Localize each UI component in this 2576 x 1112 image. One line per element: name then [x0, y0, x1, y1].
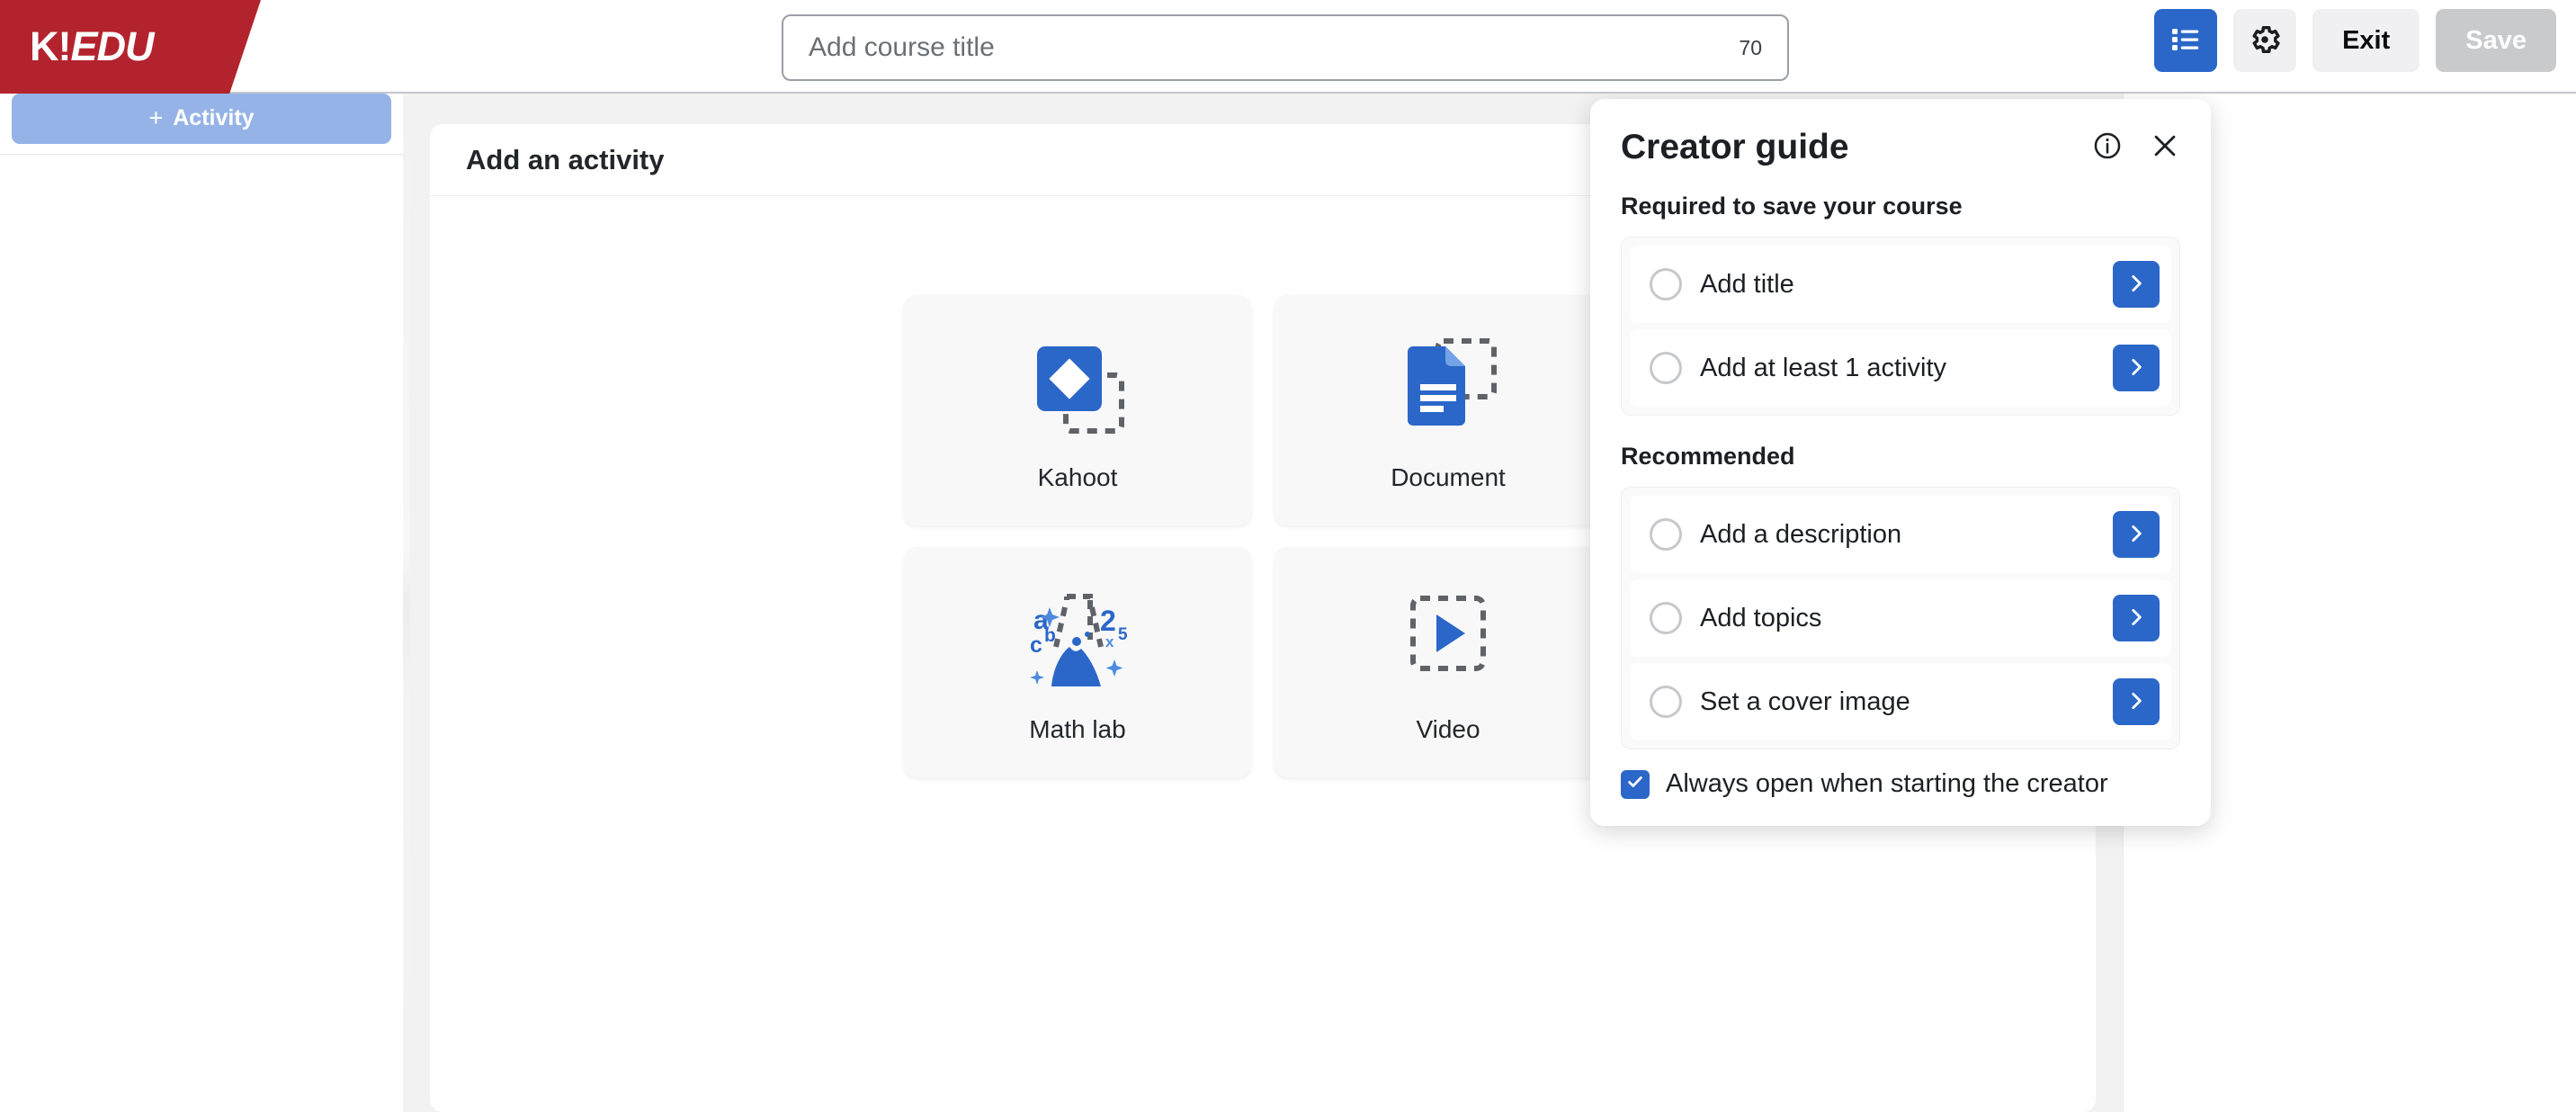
guide-item-go-button[interactable]	[2113, 261, 2160, 308]
course-title-input[interactable]	[809, 32, 1727, 63]
guide-item-go-button[interactable]	[2113, 595, 2160, 641]
creator-guide-title: Creator guide	[1621, 128, 1849, 166]
kahoot-icon	[1010, 328, 1145, 454]
logo-kahoot-mark: K!	[30, 23, 71, 69]
svg-text:5: 5	[1118, 625, 1128, 644]
activity-row-1: Kahoot Document	[904, 295, 1622, 525]
panel-resize-handle[interactable]	[403, 94, 410, 1112]
add-activity-row: + Activity	[0, 93, 403, 155]
gear-icon	[2248, 22, 2282, 59]
guide-item-go-button[interactable]	[2113, 511, 2160, 558]
top-bar: K!EDU 70	[0, 0, 2576, 94]
document-icon	[1381, 328, 1516, 454]
required-items-group: Add title Add at least 1 activity	[1621, 237, 2180, 416]
chevron-right-icon	[2124, 272, 2148, 298]
activity-card-label: Video	[1416, 715, 1480, 743]
checkbox-circle-icon[interactable]	[1650, 268, 1682, 300]
info-icon[interactable]	[2092, 130, 2123, 166]
left-sidebar: + Activity	[0, 93, 403, 1112]
topbar-actions: Exit Save	[2154, 9, 2556, 72]
activity-card-video[interactable]: Video	[1275, 547, 1622, 777]
guide-item-add-activity[interactable]: Add at least 1 activity	[1630, 329, 2171, 407]
character-counter: 70	[1739, 35, 1762, 59]
course-title-field[interactable]: 70	[782, 14, 1789, 81]
chevron-right-icon	[2124, 522, 2148, 548]
chevron-right-icon	[2124, 689, 2148, 715]
video-icon	[1381, 580, 1516, 706]
guide-item-set-cover-image[interactable]: Set a cover image	[1630, 663, 2171, 740]
activity-card-document[interactable]: Document	[1275, 295, 1622, 525]
checklist-button[interactable]	[2154, 9, 2218, 72]
plus-icon: +	[148, 104, 164, 131]
logo-edu-mark: EDU	[70, 23, 154, 69]
add-activity-label: Activity	[173, 105, 255, 130]
app-logo[interactable]: K!EDU	[0, 0, 261, 94]
exit-button[interactable]: Exit	[2312, 9, 2420, 72]
recommended-section-title: Recommended	[1621, 443, 1795, 470]
add-activity-button[interactable]: + Activity	[12, 93, 391, 144]
guide-item-go-button[interactable]	[2113, 678, 2160, 725]
checkbox-circle-icon[interactable]	[1650, 352, 1682, 384]
svg-text:b: b	[1044, 625, 1056, 646]
activity-card-label: Math lab	[1029, 715, 1126, 743]
recommended-items-group: Add a description Add topics Set a cover…	[1621, 487, 2180, 749]
close-icon[interactable]	[2150, 130, 2180, 166]
always-open-checkbox[interactable]	[1621, 769, 1650, 799]
activity-card-label: Document	[1391, 463, 1506, 491]
required-section-title: Required to save your course	[1621, 193, 1963, 220]
creator-guide-panel: Creator guide Required to save your cour…	[1590, 99, 2211, 826]
guide-item-label: Add a description	[1700, 519, 1902, 549]
save-button: Save	[2436, 9, 2556, 72]
check-icon	[1625, 772, 1645, 796]
guide-item-label: Add title	[1700, 269, 1794, 299]
checklist-icon	[2169, 23, 2202, 58]
math-lab-icon: a b c 2 5 x	[1010, 580, 1145, 706]
checkbox-circle-icon[interactable]	[1650, 518, 1682, 551]
activity-row-2: a b c 2 5 x Math lab Video	[904, 547, 1622, 777]
activity-card-kahoot[interactable]: Kahoot	[904, 295, 1251, 525]
activity-card-label: Kahoot	[1037, 463, 1118, 491]
checkbox-circle-icon[interactable]	[1650, 686, 1682, 718]
guide-item-add-topics[interactable]: Add topics	[1630, 579, 2171, 657]
chevron-right-icon	[2124, 355, 2148, 381]
guide-item-go-button[interactable]	[2113, 345, 2160, 391]
guide-item-add-description[interactable]: Add a description	[1630, 496, 2171, 573]
logo-text: K!EDU	[30, 23, 155, 70]
svg-text:x: x	[1105, 633, 1114, 650]
settings-button[interactable]	[2233, 9, 2297, 72]
svg-text:c: c	[1030, 632, 1042, 658]
guide-item-label: Set a cover image	[1700, 686, 1910, 716]
guide-item-label: Add topics	[1700, 603, 1822, 632]
chevron-right-icon	[2124, 605, 2148, 632]
creator-guide-header: Creator guide	[1621, 128, 2180, 167]
guide-item-add-title[interactable]: Add title	[1630, 246, 2171, 323]
page-title: Add an activity	[466, 143, 665, 175]
svg-text:2: 2	[1100, 605, 1116, 637]
checkbox-circle-icon[interactable]	[1650, 602, 1682, 634]
always-open-row[interactable]: Always open when starting the creator	[1621, 769, 2180, 799]
guide-item-label: Add at least 1 activity	[1700, 353, 1947, 382]
always-open-label: Always open when starting the creator	[1666, 769, 2108, 798]
activity-card-math-lab[interactable]: a b c 2 5 x Math lab	[904, 547, 1251, 777]
creator-guide-header-actions	[2092, 130, 2180, 166]
